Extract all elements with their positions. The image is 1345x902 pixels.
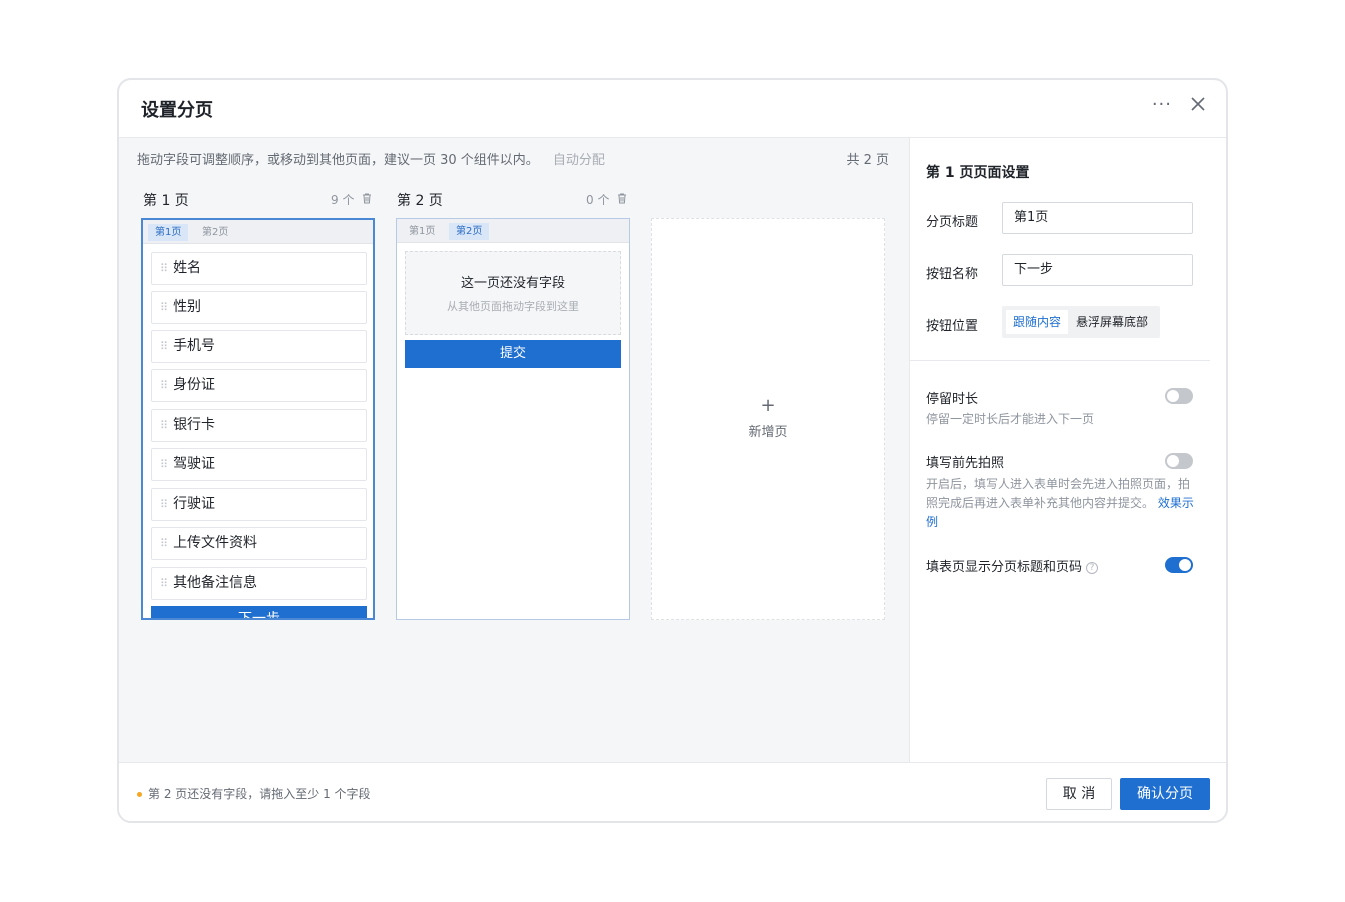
- auto-assign-link[interactable]: 自动分配: [553, 153, 605, 168]
- help-icon[interactable]: ?: [1086, 562, 1099, 574]
- trash-icon[interactable]: [361, 192, 373, 204]
- field-item[interactable]: ⠿ 性别: [151, 291, 367, 324]
- drag-handle-icon[interactable]: ⠿: [160, 458, 168, 471]
- drag-handle-icon[interactable]: ⠿: [160, 577, 168, 590]
- stay-duration-desc: 停留一定时长后才能进入下一页: [926, 412, 1095, 426]
- page-1-mini-tabs: 第1页 第2页: [143, 220, 373, 244]
- drag-handle-icon[interactable]: ⠿: [160, 498, 168, 511]
- field-label: 银行卡: [173, 417, 216, 433]
- field-label: 行驶证: [173, 496, 216, 512]
- page-2-heading: 第 2 页: [397, 193, 443, 209]
- field-item[interactable]: ⠿ 手机号: [151, 330, 367, 363]
- field-label: 上传文件资料: [173, 535, 258, 551]
- button-name-label: 按钮名称: [926, 267, 979, 282]
- stay-duration-title: 停留时长: [926, 392, 979, 407]
- drag-handle-icon[interactable]: ⠿: [160, 537, 168, 550]
- close-icon[interactable]: [1188, 94, 1208, 114]
- drag-handle-icon[interactable]: ⠿: [160, 379, 168, 392]
- plus-icon: +: [760, 395, 776, 416]
- page-settings-panel: 第 1 页页面设置 分页标题 第1页 按钮名称 下一步 按钮位置 跟随内容 悬浮…: [909, 138, 1226, 762]
- drag-tip: 拖动字段可调整顺序，或移动到其他页面，建议一页 30 个组件以内。 自动分配: [137, 149, 605, 168]
- mini-tab-2: 第2页: [449, 223, 490, 240]
- page-2-mini-tabs: 第1页 第2页: [397, 219, 629, 243]
- mini-tab-2: 第2页: [202, 227, 229, 238]
- field-label: 手机号: [173, 338, 216, 354]
- confirm-pagination-button[interactable]: 确认分页: [1120, 778, 1210, 810]
- show-page-title-toggle[interactable]: [1165, 557, 1193, 573]
- photo-first-desc: 开启后，填写人进入表单时会先进入拍照页面，拍照完成后再进入表单补充其他内容并提交…: [926, 475, 1194, 532]
- drag-tip-text: 拖动字段可调整顺序，或移动到其他页面，建议一页 30 个组件以内。: [137, 153, 539, 168]
- dialog-footer: 第 2 页还没有字段，请拖入至少 1 个字段 取 消 确认分页: [119, 762, 1226, 821]
- cancel-button[interactable]: 取 消: [1046, 778, 1112, 810]
- drag-handle-icon[interactable]: ⠿: [160, 262, 168, 275]
- field-item[interactable]: ⠿ 驾驶证: [151, 448, 367, 481]
- page-1-card[interactable]: 第1页 第2页 ⠿ 姓名 ⠿ 性别 ⠿ 手机号 ⠿ 身份证 ⠿ 银行卡 ⠿ 驾驶证 ⠿ 行驶证…: [141, 218, 375, 620]
- field-item[interactable]: ⠿ 行驶证: [151, 488, 367, 521]
- trash-icon[interactable]: [616, 192, 628, 204]
- page-title-input[interactable]: 第1页: [1002, 202, 1193, 234]
- show-page-title-option: 填表页显示分页标题和页码?: [926, 556, 1099, 575]
- page-title-label: 分页标题: [926, 215, 979, 230]
- button-name-input[interactable]: 下一步: [1002, 254, 1193, 286]
- mini-tab-1: 第1页: [148, 224, 189, 241]
- empty-subtitle: 从其他页面拖动字段到这里: [447, 300, 579, 313]
- button-position-label: 按钮位置: [926, 319, 979, 334]
- settings-title: 第 1 页页面设置: [926, 165, 1030, 181]
- empty-drop-zone[interactable]: 这一页还没有字段 从其他页面拖动字段到这里: [405, 251, 621, 335]
- total-pages: 共 2 页: [846, 153, 889, 168]
- add-page-button[interactable]: + 新增页: [651, 218, 885, 620]
- field-item[interactable]: ⠿ 其他备注信息: [151, 567, 367, 600]
- photo-first-title: 填写前先拍照: [926, 456, 1005, 471]
- position-float-bottom[interactable]: 悬浮屏幕底部: [1069, 310, 1155, 334]
- pagination-dialog: 设置分页 ··· 拖动字段可调整顺序，或移动到其他页面，建议一页 30 个组件以…: [117, 78, 1228, 823]
- next-step-button[interactable]: 下一步: [151, 606, 367, 618]
- field-item[interactable]: ⠿ 上传文件资料: [151, 527, 367, 560]
- position-follow-content[interactable]: 跟随内容: [1006, 310, 1069, 334]
- field-label: 其他备注信息: [173, 575, 258, 591]
- photo-first-toggle[interactable]: [1165, 453, 1193, 469]
- field-item[interactable]: ⠿ 姓名: [151, 252, 367, 285]
- stay-duration-toggle[interactable]: [1165, 388, 1193, 404]
- drag-handle-icon[interactable]: ⠿: [160, 340, 168, 353]
- drag-handle-icon[interactable]: ⠿: [160, 419, 168, 432]
- page-2-count: 0 个: [586, 193, 610, 207]
- dialog-title: 设置分页: [141, 100, 213, 121]
- button-position-segmented: 跟随内容 悬浮屏幕底部: [1002, 306, 1160, 338]
- field-label: 身份证: [173, 377, 216, 393]
- settings-divider: [910, 360, 1210, 361]
- dialog-header: 设置分页 ···: [119, 80, 1226, 138]
- warning-text: 第 2 页还没有字段，请拖入至少 1 个字段: [148, 787, 371, 801]
- page-1-count: 9 个: [331, 193, 355, 207]
- page-1-heading: 第 1 页: [143, 193, 189, 209]
- more-icon[interactable]: ···: [1152, 94, 1172, 115]
- show-page-title-text: 填表页显示分页标题和页码: [926, 560, 1083, 575]
- pages-area: 拖动字段可调整顺序，或移动到其他页面，建议一页 30 个组件以内。 自动分配 共 …: [119, 138, 909, 762]
- submit-button[interactable]: 提交: [405, 340, 621, 368]
- field-item[interactable]: ⠿ 身份证: [151, 369, 367, 402]
- photo-first-desc-text: 开启后，填写人进入表单时会先进入拍照页面，拍照完成后再进入表单补充其他内容并提交…: [926, 477, 1191, 510]
- warning-dot-icon: [137, 792, 142, 797]
- field-item[interactable]: ⠿ 银行卡: [151, 409, 367, 442]
- field-label: 姓名: [173, 260, 202, 276]
- field-label: 驾驶证: [173, 456, 216, 472]
- drag-handle-icon[interactable]: ⠿: [160, 301, 168, 314]
- page-2-card[interactable]: 第1页 第2页 这一页还没有字段 从其他页面拖动字段到这里 提交: [396, 218, 630, 620]
- add-page-label: 新增页: [748, 425, 788, 440]
- empty-title: 这一页还没有字段: [460, 276, 565, 291]
- field-label: 性别: [173, 299, 202, 315]
- mini-tab-1: 第1页: [409, 226, 436, 237]
